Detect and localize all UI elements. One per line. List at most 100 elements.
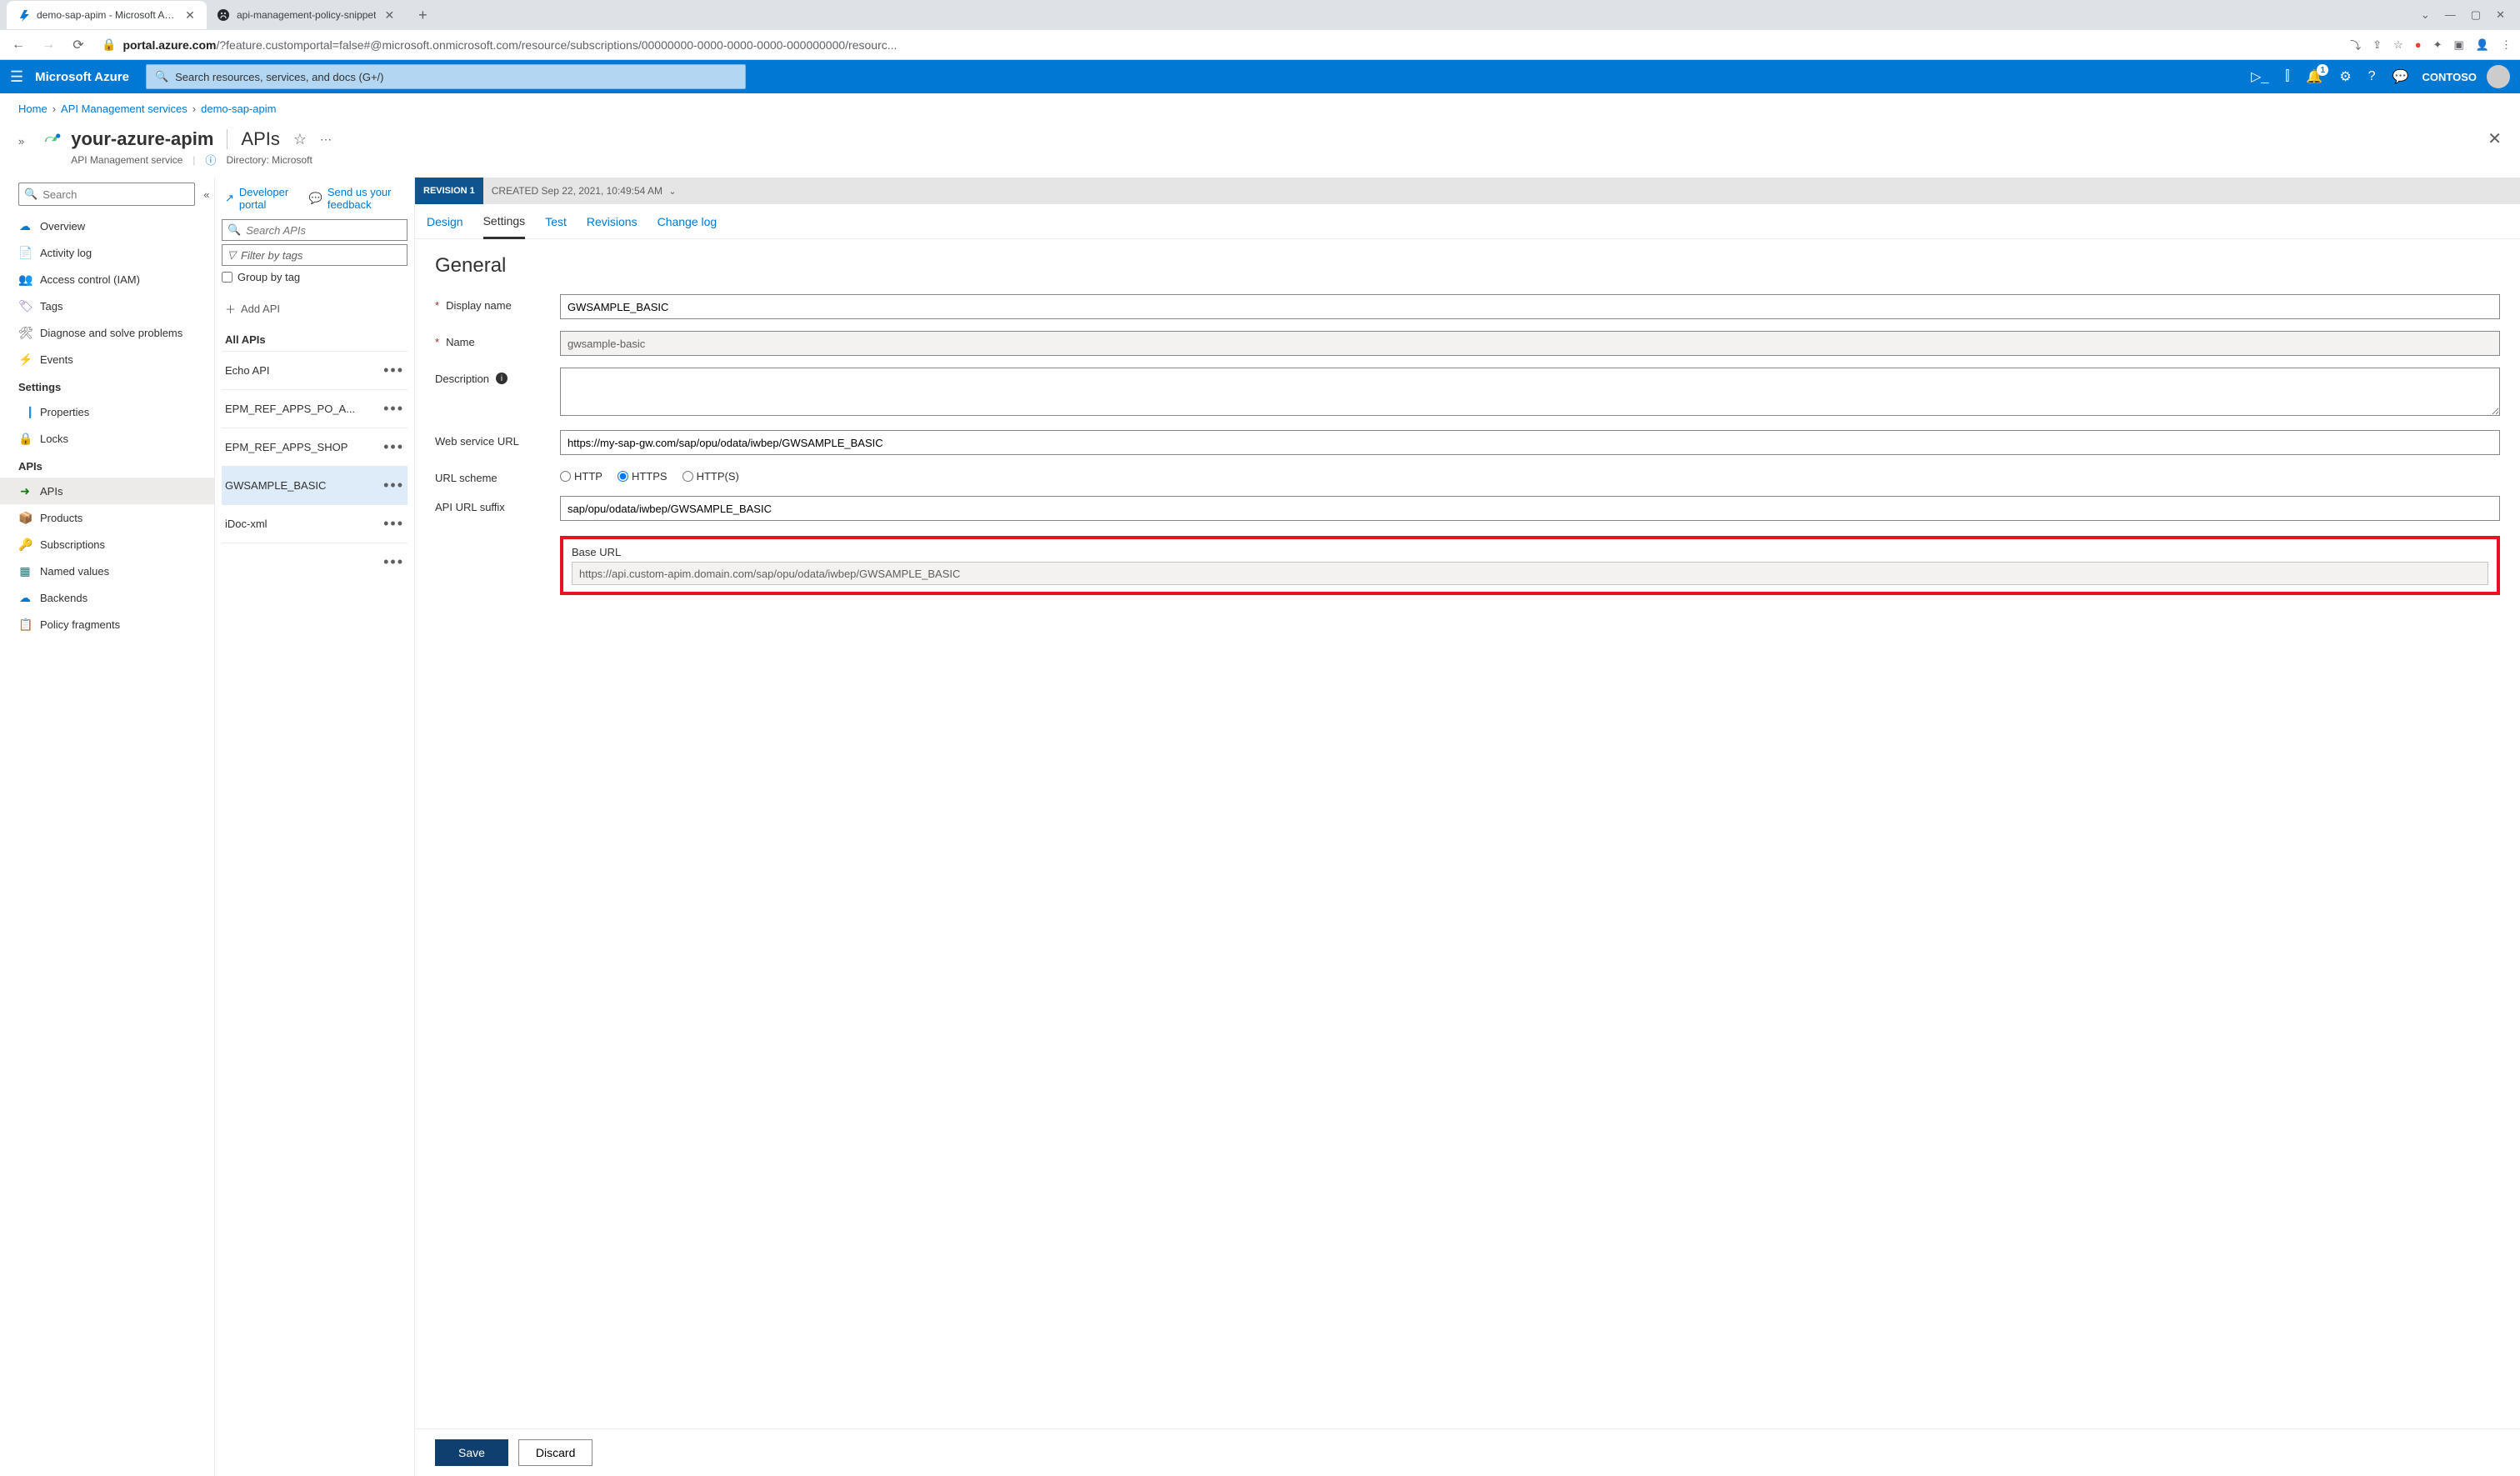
sidebar-item-events[interactable]: ⚡Events [0, 346, 214, 373]
more-icon[interactable]: ••• [383, 400, 404, 418]
sidebar-item-activity-log[interactable]: 📄Activity log [0, 239, 214, 266]
tab-close-icon[interactable]: ✕ [183, 8, 197, 22]
sidebar-item-named-values[interactable]: ▦Named values [0, 558, 214, 584]
filter-by-tags[interactable]: ▽ Filter by tags [222, 244, 408, 266]
filter-icon[interactable]: ⫿ [2285, 69, 2289, 84]
profile-icon[interactable]: 👤 [2476, 38, 2489, 52]
form-actions: Save Discard [415, 1428, 2520, 1476]
web-service-url-input[interactable] [560, 430, 2500, 455]
radio-https[interactable]: HTTPS [618, 470, 668, 483]
hamburger-icon[interactable]: ☰ [10, 68, 23, 86]
group-by-tag-checkbox[interactable]: Group by tag [222, 271, 408, 283]
bookmark-icon[interactable]: ☆ [2393, 38, 2403, 52]
tab-design[interactable]: Design [427, 204, 463, 238]
info-icon[interactable]: i [496, 373, 508, 384]
new-tab-button[interactable]: + [411, 3, 434, 27]
more-icon[interactable]: ••• [383, 362, 404, 379]
radio-http-s[interactable]: HTTP(S) [682, 470, 739, 483]
api-item[interactable]: Echo API••• [222, 351, 408, 389]
settings-icon[interactable]: ⚙ [2339, 68, 2351, 85]
api-search-input[interactable] [246, 224, 402, 237]
label-web-service-url: Web service URL [435, 435, 519, 448]
description-textarea[interactable] [560, 368, 2500, 416]
expand-toggle-icon[interactable]: » [18, 128, 24, 148]
browser-tab-github[interactable]: api-management-policy-snippet ✕ [207, 1, 406, 29]
api-item[interactable]: GWSAMPLE_BASIC••• [222, 466, 408, 504]
api-list-body[interactable]: 🔍 ▽ Filter by tags Group by tag ＋ Add AP… [215, 219, 414, 1476]
sidebar-item-properties[interactable]: ⎹⎸Properties [0, 398, 214, 425]
save-button[interactable]: Save [435, 1439, 508, 1466]
chevron-down-icon[interactable]: ⌄ [2421, 8, 2430, 22]
help-icon[interactable]: ? [2368, 69, 2376, 84]
radio-http[interactable]: HTTP [560, 470, 602, 483]
breadcrumb-resource[interactable]: demo-sap-apim [201, 103, 276, 115]
back-icon[interactable]: ← [8, 35, 28, 55]
global-search-input[interactable] [175, 71, 737, 83]
azure-brand[interactable]: Microsoft Azure [35, 70, 129, 84]
panel-icon[interactable]: ▣ [2454, 38, 2464, 52]
extensions-icon[interactable]: ✦ [2433, 38, 2442, 52]
more-icon[interactable]: ••• [383, 477, 404, 494]
close-window-icon[interactable]: ✕ [2496, 8, 2505, 22]
menu-icon[interactable]: ⋮ [2501, 38, 2512, 52]
sidebar-item-backends[interactable]: ☁Backends [0, 584, 214, 611]
display-name-input[interactable] [560, 294, 2500, 319]
all-apis-header[interactable]: All APIs [222, 325, 408, 351]
share-icon[interactable]: ⇪ [2372, 38, 2382, 52]
install-icon[interactable]: ⤵ [2350, 37, 2361, 53]
feedback-link[interactable]: 💬 Send us your feedback [309, 186, 404, 211]
sidebar-item-icon: ☁ [18, 219, 32, 233]
tab-changelog[interactable]: Change log [658, 204, 718, 238]
sidebar-item-locks[interactable]: 🔒Locks [0, 425, 214, 452]
sidebar-search[interactable]: 🔍 [18, 183, 195, 206]
tab-settings[interactable]: Settings [483, 205, 526, 239]
minimize-icon[interactable]: — [2445, 8, 2456, 22]
sidebar-item-subscriptions[interactable]: 🔑Subscriptions [0, 531, 214, 558]
sidebar-item-policy-fragments[interactable]: 📋Policy fragments [0, 611, 214, 638]
tab-test[interactable]: Test [545, 204, 567, 238]
revision-chip[interactable]: REVISION 1 [415, 178, 483, 204]
sidebar-item-label: Properties [40, 406, 89, 418]
reload-icon[interactable]: ⟳ [68, 35, 88, 55]
sidebar-item-overview[interactable]: ☁Overview [0, 213, 214, 239]
sidebar-item-access-control-iam-[interactable]: 👥Access control (IAM) [0, 266, 214, 293]
sidebar-search-input[interactable] [42, 188, 189, 201]
sidebar-item-tags[interactable]: 🏷Tags [0, 293, 214, 319]
breadcrumb-service[interactable]: API Management services [61, 103, 188, 115]
info-icon[interactable]: ⓘ [205, 152, 216, 168]
api-item[interactable]: iDoc-xml••• [222, 504, 408, 543]
sidebar-item-products[interactable]: 📦Products [0, 504, 214, 531]
notifications-icon[interactable]: 🔔1 [2306, 68, 2322, 85]
extension-icon[interactable]: ● [2415, 38, 2422, 51]
forward-icon[interactable]: → [38, 35, 58, 55]
maximize-icon[interactable]: ▢ [2471, 8, 2481, 22]
sidebar-item-diagnose-and-solve-problems[interactable]: 🛠Diagnose and solve problems [0, 319, 214, 346]
browser-tab-azure[interactable]: demo-sap-apim - Microsoft Azur ✕ [7, 1, 207, 29]
breadcrumb-home[interactable]: Home [18, 103, 48, 115]
global-search[interactable]: 🔍 [146, 64, 746, 89]
close-blade-icon[interactable]: ✕ [2488, 128, 2502, 149]
favorite-icon[interactable]: ☆ [293, 131, 307, 148]
discard-button[interactable]: Discard [518, 1439, 592, 1466]
sidebar-item-apis[interactable]: ➜APIs [0, 478, 214, 504]
tenant-label[interactable]: CONTOSO [2422, 71, 2478, 83]
revision-created[interactable]: CREATED Sep 22, 2021, 10:49:54 AM ⌄ [483, 185, 685, 197]
more-menu-icon[interactable]: ⋯ [320, 133, 333, 147]
api-url-suffix-input[interactable] [560, 496, 2500, 521]
api-item-blank[interactable]: ••• [222, 543, 408, 581]
developer-portal-link[interactable]: ↗ Developer portal [225, 186, 294, 211]
add-api-button[interactable]: ＋ Add API [222, 292, 408, 325]
api-item[interactable]: EPM_REF_APPS_SHOP••• [222, 428, 408, 466]
address-bar[interactable]: 🔒 portal.azure.com/?feature.customportal… [98, 33, 2340, 57]
more-icon[interactable]: ••• [383, 515, 404, 533]
api-item[interactable]: EPM_REF_APPS_PO_A...••• [222, 389, 408, 428]
tab-close-icon[interactable]: ✕ [382, 8, 396, 22]
collapse-sidebar-icon[interactable]: « [203, 188, 209, 201]
feedback-icon[interactable]: 💬 [2392, 68, 2409, 85]
sidebar-scroll[interactable]: ☁Overview📄Activity log👥Access control (I… [0, 213, 214, 1476]
more-icon[interactable]: ••• [383, 553, 404, 571]
tab-revisions[interactable]: Revisions [587, 204, 638, 238]
more-icon[interactable]: ••• [383, 438, 404, 456]
user-avatar[interactable] [2487, 65, 2510, 88]
cloud-shell-icon[interactable]: ▷_ [2251, 68, 2268, 85]
